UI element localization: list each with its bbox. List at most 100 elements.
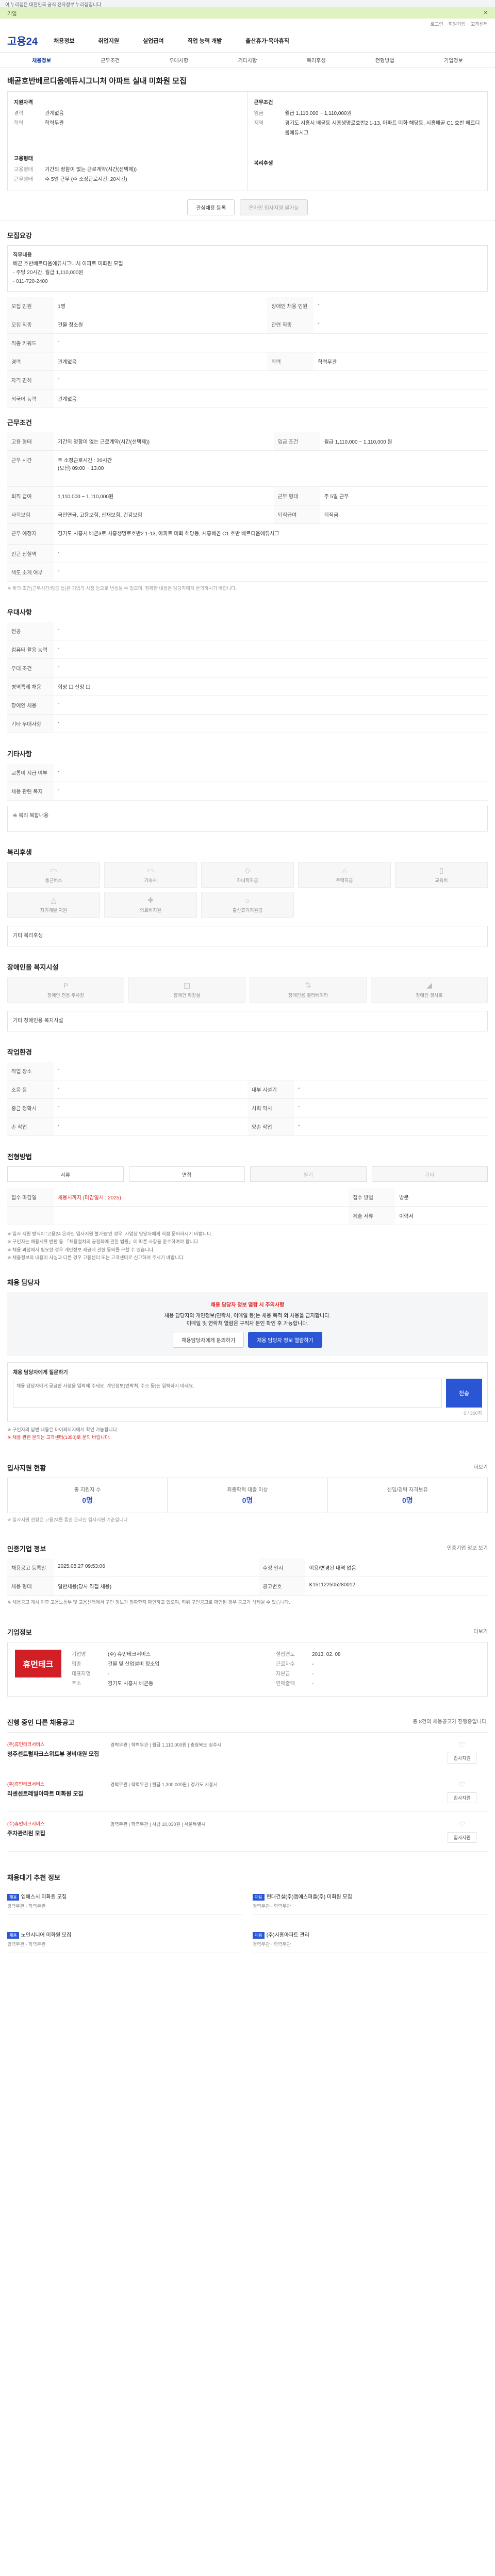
table-row: 사회보험 국민연금, 고용보험, 산재보험, 건강보험 퇴직급여 퇴직금 bbox=[7, 505, 488, 524]
section-title: 우대사항 bbox=[7, 608, 32, 616]
summary-row: 고용형태 기간의 정함이 없는 근로계약(시간(선택제)) bbox=[14, 167, 137, 173]
welfare-card: ▭ 통근버스 bbox=[7, 862, 100, 888]
post-item[interactable]: (주)휴먼테크서비스 리센센트레빌아파트 미화원 모집 경력무관 | 학력무관 |… bbox=[7, 1772, 488, 1812]
view-contact-button[interactable]: 채용 담당자 정보 열람하기 bbox=[248, 1332, 322, 1348]
section-title: 입사지원 현황 bbox=[7, 1464, 46, 1472]
table-row: 채용 형태 일반채용(당사 직접 채용) 공고번호 K151122505280012 bbox=[7, 1577, 488, 1596]
graduation-icon: ◇ bbox=[244, 866, 251, 874]
table-row: 직종 키워드 - bbox=[7, 333, 488, 352]
facility-card: ⇅ 장애인용 엘리베이터 bbox=[250, 977, 367, 1003]
nav-item[interactable]: 취업지원 bbox=[98, 37, 119, 45]
welfare-card: ▯ 교육비 bbox=[395, 862, 488, 888]
company-logo: 휴먼테크 bbox=[15, 1650, 61, 1678]
method-table: 접수 마감일 채용시까지 (마감일시 : 2025) 접수 방법 방문 제출 서류 이력… bbox=[7, 1188, 488, 1225]
applicants-section: 입사지원 현황 더보기 총 지원자 수 0명 최종학력 대졸 이상 0명 신입/경력… bbox=[0, 1463, 495, 1523]
bed-icon: ▭ bbox=[147, 866, 154, 874]
apply-post-button[interactable]: 입사지원 bbox=[448, 1832, 476, 1843]
section-tabs: 채용정보 근무조건 우대사항 기타사항 복리후생 전형방법 기업정보 bbox=[0, 53, 495, 68]
header: 고용24 채용정보 취업지원 실업급여 직업 능력 개발 출산휴가·육아휴직 bbox=[0, 29, 495, 53]
conditions-note: ※ 위의 조건(근무시간/임금 등)은 기업의 사정 등으로 변동될 수 있으며… bbox=[7, 586, 237, 591]
welfare-card: ▭ 기숙사 bbox=[104, 862, 197, 888]
recommend-section: 채용대기 추천 정보 채용 엠에스시 미화원 모집 경력무관 · 학력무관 채용 현대… bbox=[0, 1872, 495, 1974]
heart-icon[interactable]: ♡ bbox=[459, 1741, 466, 1750]
recommend-item[interactable]: 채용 엠에스시 미화원 모집 경력무관 · 학력무관 bbox=[7, 1887, 242, 1916]
summary-row: 근무형태 주 5일 근무 (주 소정근로시간: 20시간) bbox=[14, 177, 127, 182]
inquiry-form: 채용 담당자에게 질문하기 전송 0 / 300자 bbox=[7, 1362, 488, 1422]
signup-link[interactable]: 회원가입 bbox=[449, 21, 466, 27]
post-item[interactable]: (주)휴먼테크서비스 주차관리원 모집 경력무관 | 학력무관 | 시급 10,0… bbox=[7, 1812, 488, 1852]
history-table: 채용공고 등록일 2025.05.27 09:53:06 수정 일시 이용/변경된 내… bbox=[7, 1558, 488, 1596]
table-row: 근무 시간 주 소정근로시간 : 20시간 (오전) 09:00 ~ 13:00 bbox=[7, 450, 488, 487]
history-button[interactable]: 인증기업 정보 보기 bbox=[447, 1544, 488, 1551]
heart-icon[interactable]: ♡ bbox=[459, 1820, 466, 1829]
apply-button[interactable]: 온라인 입사지원 불가능 bbox=[240, 199, 308, 215]
table-row: 교통비 지급 여부 - bbox=[7, 764, 488, 782]
table-row: 외국어 능력 관계없음 bbox=[7, 389, 488, 408]
nav-item[interactable]: 직업 능력 개발 bbox=[187, 37, 222, 45]
more-link[interactable]: 더보기 bbox=[473, 1627, 488, 1635]
stat-item: 총 지원자 수 0명 bbox=[74, 1487, 101, 1504]
warning-title: 채용 담당자 정보 열람 시 주의사항 bbox=[210, 1302, 285, 1309]
help-link[interactable]: 고객센터 bbox=[471, 21, 488, 27]
table-row: 채용 관련 복지 - bbox=[7, 782, 488, 801]
table-row: 제출 서류 이력서 bbox=[7, 1206, 488, 1225]
table-row: 모집 인원 1명 장애인 채용 인원 - bbox=[7, 297, 488, 315]
section-title: 전형방법 bbox=[7, 1153, 32, 1161]
company-card: 휴먼테크 기업명 (주) 휴먼테크서비스 설립연도 2013. 02. 08 업종 건… bbox=[7, 1642, 488, 1697]
company-section: 기업정보 더보기 휴먼테크 기업명 (주) 휴먼테크서비스 설립연도 2013. 0… bbox=[0, 1627, 495, 1697]
tab[interactable]: 복리후생 bbox=[282, 56, 351, 64]
book-icon: ▯ bbox=[439, 866, 443, 874]
summary-left: 지원자격 경력 관계없음 학력 학력무관 고용형태 고용형태 기간의 정함이 없는 근… bbox=[8, 92, 248, 191]
table-row: 손 작업 - 양손 작업 - bbox=[7, 1117, 488, 1136]
preference-table: 전공 - 컴퓨터 활용 능력 - 우대 조건 - 병역특례 채용 희망 ☐ 신청 ☐ 장… bbox=[7, 622, 488, 733]
toilet-icon: ◫ bbox=[183, 981, 191, 989]
heart-icon[interactable]: ♡ bbox=[459, 1781, 466, 1789]
tab[interactable]: 근무조건 bbox=[76, 56, 144, 64]
job-title: 배곧호반베르디움에듀시그니처 아파트 실내 미화원 모집 bbox=[7, 77, 187, 86]
table-row: 우대 조건 - bbox=[7, 658, 488, 677]
tab[interactable]: 전형방법 bbox=[351, 56, 419, 64]
job-description: 직무내용 배곧 호반베르디움에듀시그니처 아파트 미화원 모집 - 주당 20시… bbox=[7, 245, 488, 292]
tab[interactable]: 기타사항 bbox=[213, 56, 282, 64]
recommend-item[interactable]: 채용 (주)시흥아파트 관리 경력무관 · 학력무관 bbox=[253, 1925, 488, 1954]
recommend-item[interactable]: 채용 노인시니어 미화원 모집 경력무관 · 학력무관 bbox=[7, 1925, 242, 1954]
table-row: 기타 우대사항 - bbox=[7, 714, 488, 733]
apply-post-button[interactable]: 입사지원 bbox=[448, 1753, 476, 1764]
apply-post-button[interactable]: 입사지원 bbox=[448, 1792, 476, 1804]
job-summary: 지원자격 경력 관계없음 학력 학력무관 고용형태 고용형태 기간의 정함이 없는 근… bbox=[7, 91, 488, 191]
more-link[interactable]: 더보기 bbox=[473, 1463, 488, 1470]
nav-item[interactable]: 출산휴가·육아휴직 bbox=[245, 37, 289, 45]
post-item[interactable]: (주)휴먼테크서비스 청주센트럴파크스위트뷰 경비대원 모집 경력무관 | 학력무… bbox=[7, 1733, 488, 1773]
desc-title: 직무내용 bbox=[13, 252, 32, 258]
welfare-cards: ▭ 통근버스 ▭ 기숙사 ◇ 자녀학자금 ⌂ 주택자금 ▯ 교육비 △ 자기계발 지원 ✚ 의… bbox=[7, 862, 488, 918]
table-row: 컴퓨터 활용 능력 - bbox=[7, 640, 488, 659]
warning-text-2: 이메일 및 연락처 열람은 구직자 본인 확인 후 가능합니다. bbox=[186, 1321, 309, 1327]
tab[interactable]: 기업정보 bbox=[419, 56, 488, 64]
close-icon[interactable]: ✕ bbox=[484, 10, 488, 16]
inquiry-textarea[interactable] bbox=[13, 1379, 442, 1408]
recommend-list: 채용 엠에스시 미화원 모집 경력무관 · 학력무관 채용 현대건설(주)엠에스퍼플(… bbox=[7, 1887, 488, 1954]
table-row: 퇴직 급여 1,110,000 ~ 1,110,000원 근무 형태 주 5일 근무 bbox=[7, 486, 488, 505]
section-title: 채용대기 추천 정보 bbox=[7, 1874, 60, 1882]
section-title: 장애인을 복지시설 bbox=[7, 963, 59, 971]
summary-row: 경력 관계없음 bbox=[14, 111, 64, 116]
history-section: 인증기업 정보 인증기업 정보 보기 채용공고 등록일 2025.05.27 09… bbox=[0, 1544, 495, 1606]
facility-card: ◢ 장애인 경사로 bbox=[371, 977, 488, 1003]
growth-icon: △ bbox=[51, 896, 57, 904]
disability-cards: P 장애인 전용 주차장 ◫ 장애인 화장실 ⇅ 장애인용 엘리베이터 ◢ 장애인 경사… bbox=[7, 977, 488, 1003]
nav-item[interactable]: 실업급여 bbox=[143, 37, 163, 45]
welfare-card: ◇ 자녀학자금 bbox=[201, 862, 294, 888]
nav-item[interactable]: 채용정보 bbox=[54, 37, 74, 45]
elevator-icon: ⇅ bbox=[305, 981, 311, 989]
contact-section: 채용 담당자 채용 담당자 정보 열람 시 주의사항 채용 담당자의 개인정보(… bbox=[0, 1277, 495, 1442]
login-link[interactable]: 로그인 bbox=[431, 21, 443, 27]
recruit-section: 모집요강 직무내용 배곧 호반베르디움에듀시그니처 아파트 미화원 모집 - 주… bbox=[0, 230, 495, 408]
recommend-item[interactable]: 채용 현대건설(주)엠에스퍼플(주) 미화원 모집 경력무관 · 학력무관 bbox=[253, 1887, 488, 1916]
tab[interactable]: 채용정보 bbox=[7, 56, 76, 64]
save-job-button[interactable]: 관심채용 등록 bbox=[187, 199, 235, 215]
tab[interactable]: 우대사항 bbox=[144, 56, 213, 64]
site-logo[interactable]: 고용24 bbox=[7, 33, 43, 48]
send-button[interactable]: 전송 bbox=[446, 1379, 482, 1408]
char-count: 0 / 300자 bbox=[464, 1411, 482, 1416]
inquire-button[interactable]: 채용담당자에게 문의하기 bbox=[173, 1332, 244, 1348]
